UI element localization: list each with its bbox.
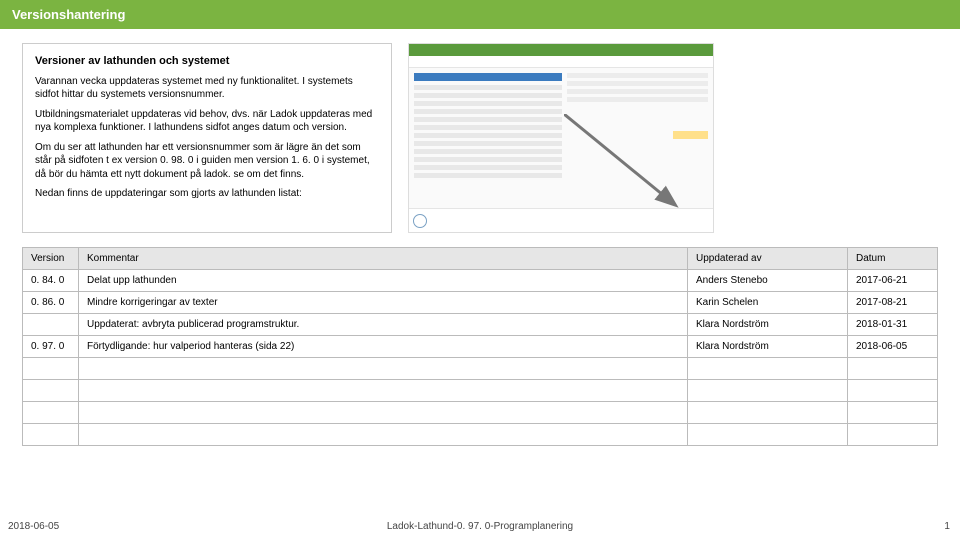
screenshot-thumbnail	[408, 43, 714, 233]
table-cell-version	[23, 424, 79, 446]
table-cell-version: 0. 97. 0	[23, 336, 79, 358]
table-cell-date	[848, 402, 938, 424]
table-cell-comment	[79, 358, 688, 380]
version-table: Version Kommentar Uppdaterad av Datum 0.…	[22, 247, 938, 446]
table-cell-comment: Delat upp lathunden	[79, 270, 688, 292]
table-row	[23, 402, 938, 424]
page-title: Versionshantering	[12, 7, 125, 22]
table-cell-version	[23, 314, 79, 336]
table-cell-date: 2018-06-05	[848, 336, 938, 358]
table-cell-comment	[79, 380, 688, 402]
table-row: 0. 84. 0Delat upp lathundenAnders Steneb…	[23, 270, 938, 292]
th-version: Version	[23, 248, 79, 270]
table-cell-comment: Mindre korrigeringar av texter	[79, 292, 688, 314]
table-cell-updated_by	[688, 358, 848, 380]
table-cell-date	[848, 358, 938, 380]
table-cell-date: 2018-01-31	[848, 314, 938, 336]
intro-box: Versioner av lathunden och systemet Vara…	[22, 43, 392, 233]
table-cell-updated_by: Karin Schelen	[688, 292, 848, 314]
table-cell-updated_by: Klara Nordström	[688, 336, 848, 358]
arrow-annotation-icon	[564, 114, 714, 234]
intro-p3: Om du ser att lathunden har ett versions…	[35, 141, 379, 182]
table-cell-version	[23, 402, 79, 424]
table-row	[23, 424, 938, 446]
table-cell-date	[848, 424, 938, 446]
table-cell-version	[23, 380, 79, 402]
table-cell-version: 0. 86. 0	[23, 292, 79, 314]
page-title-bar: Versionshantering	[0, 0, 960, 29]
table-header-row: Version Kommentar Uppdaterad av Datum	[23, 248, 938, 270]
footer: 2018-06-05 Ladok-Lathund-0. 97. 0-Progra…	[0, 521, 960, 532]
footer-center: Ladok-Lathund-0. 97. 0-Programplanering	[317, 521, 643, 532]
table-cell-date	[848, 380, 938, 402]
table-cell-date: 2017-06-21	[848, 270, 938, 292]
table-row: 0. 97. 0Förtydligande: hur valperiod han…	[23, 336, 938, 358]
table-cell-updated_by: Klara Nordström	[688, 314, 848, 336]
table-cell-comment	[79, 402, 688, 424]
table-cell-comment: Uppdaterat: avbryta publicerad programst…	[79, 314, 688, 336]
table-cell-updated_by	[688, 402, 848, 424]
table-row	[23, 380, 938, 402]
th-comment: Kommentar	[79, 248, 688, 270]
th-date: Datum	[848, 248, 938, 270]
table-cell-comment: Förtydligande: hur valperiod hanteras (s…	[79, 336, 688, 358]
footer-page: 1	[643, 521, 960, 532]
seal-icon	[413, 214, 427, 228]
table-cell-version: 0. 84. 0	[23, 270, 79, 292]
th-updated-by: Uppdaterad av	[688, 248, 848, 270]
table-cell-comment	[79, 424, 688, 446]
footer-date: 2018-06-05	[0, 521, 317, 532]
table-cell-updated_by: Anders Stenebo	[688, 270, 848, 292]
table-row: Uppdaterat: avbryta publicerad programst…	[23, 314, 938, 336]
table-cell-date: 2017-08-21	[848, 292, 938, 314]
table-row: 0. 86. 0Mindre korrigeringar av texterKa…	[23, 292, 938, 314]
table-row	[23, 358, 938, 380]
intro-p1: Varannan vecka uppdateras systemet med n…	[35, 75, 379, 102]
intro-heading: Versioner av lathunden och systemet	[35, 54, 379, 69]
table-cell-version	[23, 358, 79, 380]
table-cell-updated_by	[688, 380, 848, 402]
table-cell-updated_by	[688, 424, 848, 446]
intro-p4: Nedan finns de uppdateringar som gjorts …	[35, 187, 379, 201]
intro-p2: Utbildningsmaterialet uppdateras vid beh…	[35, 108, 379, 135]
